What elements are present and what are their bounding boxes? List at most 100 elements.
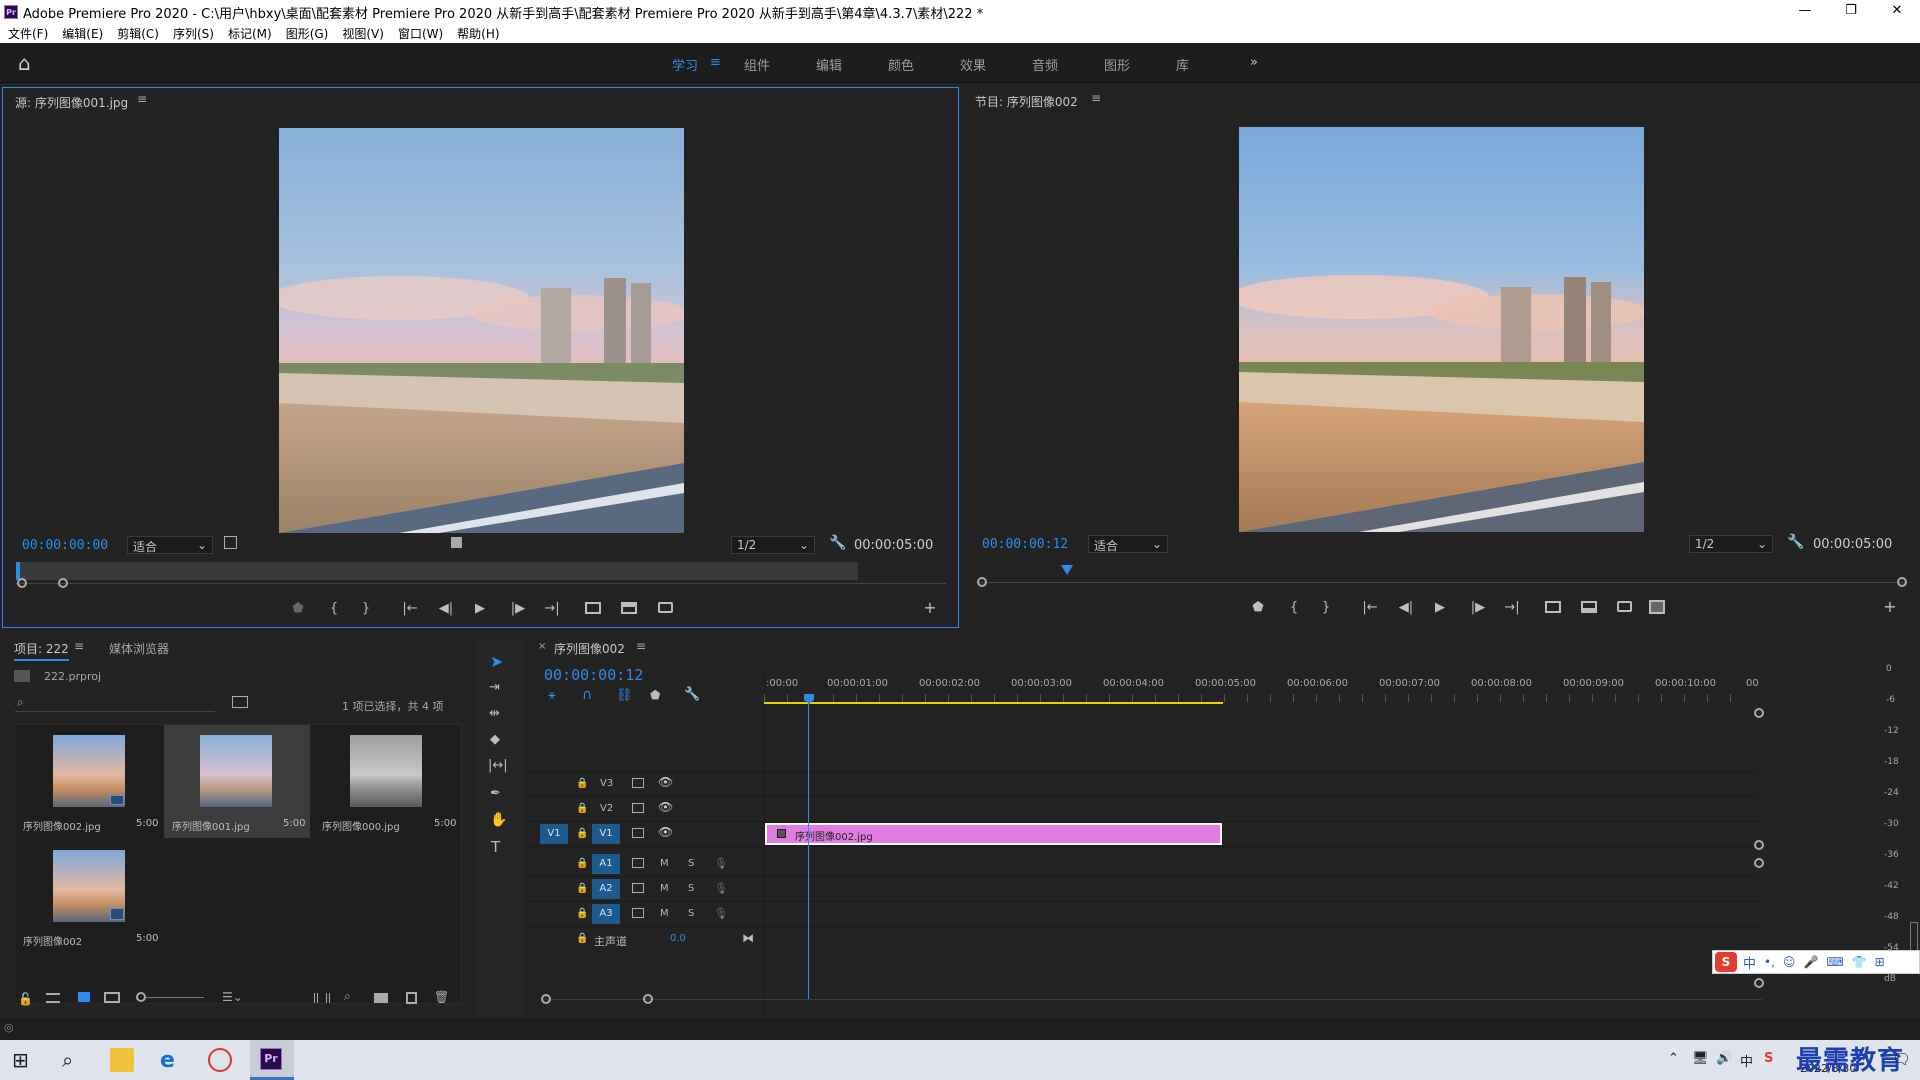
workspace-tab-audio[interactable]: 音频 [1032,55,1058,74]
snap-icon[interactable]: ∩ [582,687,592,703]
selection-tool-icon[interactable]: ➤ [490,652,503,671]
workspace-tab-assembly[interactable]: 组件 [744,55,770,74]
track-label[interactable]: V2 [600,803,613,814]
timeline-zoom-handle-right[interactable] [643,994,653,1004]
track-select-tool-icon[interactable]: ⇥ [489,680,500,695]
status-icon[interactable]: ◎ [4,1021,14,1034]
track-target-v1[interactable]: V1 [592,824,620,844]
workspace-tab-color[interactable]: 颜色 [888,55,914,74]
tab-media-browser[interactable]: 媒体浏览器 [109,640,169,657]
timeline-zoom-handle-left[interactable] [541,994,551,1004]
network-icon[interactable]: 🖥 [1692,1051,1709,1066]
panel-menu-icon[interactable]: ≡ [636,639,646,653]
pen-tool-icon[interactable]: ✒ [490,786,501,801]
new-bin-icon[interactable] [374,993,388,1003]
program-add-button[interactable]: + [1881,597,1899,616]
sync-lock-icon[interactable] [632,803,644,813]
source-time-ruler[interactable] [16,562,858,580]
menu-clip[interactable]: 剪辑(C) [117,25,159,42]
ime-mode-label[interactable]: 中 [1743,953,1756,972]
mark-in-button[interactable]: { [325,601,343,616]
workspace-overflow-icon[interactable]: » [1250,55,1258,70]
icon-view-icon[interactable] [78,992,90,1002]
list-view-icon[interactable] [46,993,60,1003]
close-button[interactable]: ✕ [1874,0,1920,24]
program-resolution-dropdown[interactable]: 1/2 ⌄ [1689,535,1773,553]
project-item-sequence-002[interactable]: 序列图像002 5:00 [15,840,163,953]
source-monitor-title[interactable]: 源: 序列图像001.jpg [15,94,128,111]
menu-window[interactable]: 窗口(W) [398,25,443,42]
ime-grid-icon[interactable]: ⊞ [1875,955,1885,969]
lock-icon[interactable]: 🔒 [576,883,588,894]
microphone-icon[interactable]: 🎙 [714,907,728,920]
menu-graphics[interactable]: 图形(G) [286,25,329,42]
new-item-icon[interactable] [406,992,417,1004]
menu-edit[interactable]: 编辑(E) [62,25,103,42]
insert-icon[interactable] [585,602,601,614]
home-icon[interactable]: ⌂ [18,53,38,73]
project-item-image-000[interactable]: 序列图像000.jpg 5:00 [311,725,461,838]
lock-icon[interactable]: 🔒 [576,933,588,944]
menu-sequence[interactable]: 序列(S) [173,25,214,42]
linked-selection-icon[interactable]: ⛓ [616,688,633,703]
program-playhead[interactable] [1061,565,1073,575]
go-to-out-button[interactable]: →| [1501,600,1523,615]
timeline-clip[interactable]: 序列图像002.jpg [765,823,1222,845]
nest-toggle-icon[interactable]: ⚹ [548,688,556,703]
timeline-zoom-bar[interactable] [542,999,1762,1000]
sogou-tray-icon[interactable]: S [1764,1051,1773,1066]
close-tab-icon[interactable]: × [538,641,546,652]
panel-menu-icon[interactable]: ≡ [1091,91,1101,105]
workspace-tab-libraries[interactable]: 库 [1176,55,1189,74]
wrench-icon[interactable]: 🔧 [829,535,846,551]
vertical-zoom-handle[interactable] [1754,858,1764,868]
freeform-view-icon[interactable] [104,992,120,1003]
ime-tray-icon[interactable]: 中 [1740,1051,1753,1070]
source-fit-dropdown[interactable]: 适合 ⌄ [127,536,213,554]
notification-icon[interactable]: 🗨 [1892,1050,1911,1068]
sync-lock-icon[interactable] [632,883,644,893]
project-item-image-001[interactable]: 序列图像001.jpg 5:00 [164,725,310,838]
add-marker-button[interactable]: ⬟ [1249,600,1267,615]
master-volume-value[interactable]: 0.0 [670,933,686,944]
mute-button[interactable]: M [660,883,669,894]
type-tool-icon[interactable]: T [491,838,500,856]
ime-voice-icon[interactable]: 🎤 [1803,955,1818,969]
export-frame-icon[interactable] [658,602,673,613]
trash-icon[interactable]: 🗑 [434,990,449,1004]
workspace-tab-editing[interactable]: 编辑 [816,55,842,74]
go-to-in-button[interactable]: |← [1359,600,1381,615]
new-bin-from-search-icon[interactable] [232,696,248,708]
track-label[interactable]: V3 [600,778,613,789]
program-time-ruler[interactable] [975,561,1907,575]
go-to-end-icon[interactable]: ⧓ [742,931,754,945]
tab-project[interactable]: 项目: 222 [14,640,69,661]
microphone-icon[interactable]: 🎙 [714,882,728,895]
source-patch-v1[interactable]: V1 [540,824,568,844]
project-search-input[interactable]: ⌕ [15,694,215,712]
mark-out-button[interactable]: } [357,601,375,616]
program-zoom-handle-right[interactable] [1897,577,1907,587]
program-zoom-bar[interactable] [975,582,1905,583]
extract-icon[interactable] [1581,601,1597,613]
mute-button[interactable]: M [660,858,669,869]
minimize-button[interactable]: — [1782,0,1828,24]
program-monitor-title[interactable]: 节目: 序列图像002 [975,93,1078,110]
go-to-in-button[interactable]: |← [399,601,421,616]
razor-tool-icon[interactable]: ◆ [490,732,500,747]
mark-in-button[interactable]: { [1285,600,1303,615]
premiere-taskbar-button[interactable]: Pr [250,1040,294,1080]
solo-button[interactable]: S [688,858,694,869]
slip-tool-icon[interactable]: |↔| [488,758,508,773]
edge-browser-icon[interactable]: e [160,1048,184,1073]
sync-lock-icon[interactable] [632,828,644,838]
source-insert-icon[interactable] [451,537,462,548]
lock-icon[interactable]: 🔒 [576,778,588,789]
sync-lock-icon[interactable] [632,778,644,788]
overwrite-icon[interactable] [621,602,637,614]
source-zoom-handle-right[interactable] [58,578,68,588]
source-playhead-timecode[interactable]: 00:00:00:00 [22,538,108,553]
zoom-slider-handle[interactable] [136,992,146,1002]
workspace-tab-learn[interactable]: 学习 [672,55,698,74]
sogou-icon[interactable]: S [1715,952,1737,972]
